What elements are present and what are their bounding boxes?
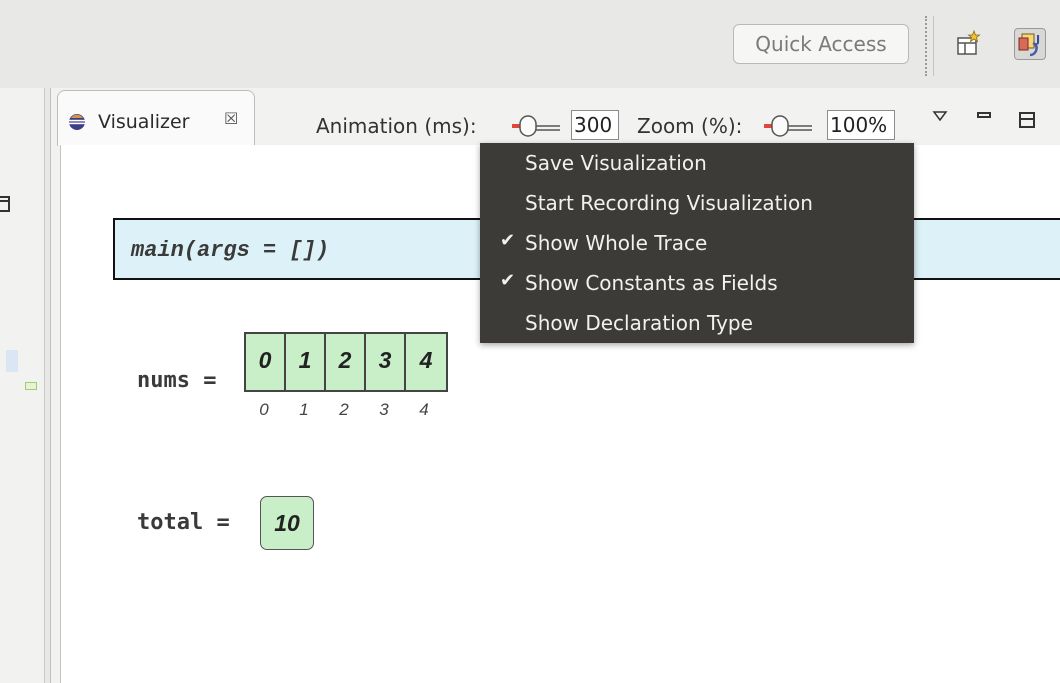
- animation-input[interactable]: 300: [571, 110, 619, 140]
- zoom-label: Zoom (%):: [637, 114, 743, 138]
- zoom-slider[interactable]: [762, 114, 818, 138]
- open-perspective-icon[interactable]: [952, 28, 984, 60]
- array-cell: 0: [246, 334, 286, 390]
- total-value: 10: [260, 496, 314, 550]
- menu-item-show-whole-trace[interactable]: ✔ Show Whole Trace: [480, 223, 914, 263]
- menu-item-label: Show Whole Trace: [525, 231, 708, 255]
- array-cell: 1: [286, 334, 326, 390]
- menu-item-label: Save Visualization: [525, 151, 707, 175]
- left-collapsed-pane: [0, 88, 45, 683]
- close-icon[interactable]: ☒: [224, 109, 238, 128]
- main-toolbar: Quick Access J: [0, 0, 1060, 88]
- total-label: total =: [137, 510, 230, 535]
- array-index: 0: [259, 400, 269, 419]
- animation-slider[interactable]: [510, 114, 566, 138]
- animation-label: Animation (ms):: [316, 114, 477, 138]
- checkmark-icon: ✔: [500, 230, 516, 251]
- minimize-icon[interactable]: [977, 112, 991, 118]
- restore-icon[interactable]: [0, 196, 12, 212]
- menu-item-label: Show Declaration Type: [525, 311, 753, 335]
- array-index: 2: [339, 400, 349, 419]
- menu-item-save-visualization[interactable]: Save Visualization: [480, 143, 914, 183]
- eclipse-icon: [69, 114, 85, 130]
- zoom-input[interactable]: 100%: [827, 110, 895, 140]
- menu-item-label: Show Constants as Fields: [525, 271, 778, 295]
- overview-marker: [25, 382, 37, 390]
- array-cell: 2: [326, 334, 366, 390]
- quick-access-field[interactable]: Quick Access: [733, 24, 909, 64]
- array-index: 4: [419, 400, 429, 419]
- array-indices: 0 1 2 3 4: [244, 400, 444, 420]
- java-perspective-icon[interactable]: J: [1014, 28, 1046, 60]
- tab-visualizer[interactable]: Visualizer ☒: [57, 90, 255, 146]
- array-cell: 3: [366, 334, 406, 390]
- array-index: 3: [379, 400, 389, 419]
- tab-title: Visualizer: [98, 111, 190, 133]
- toolbar-divider: [933, 16, 934, 76]
- menu-item-label: Start Recording Visualization: [525, 191, 813, 215]
- menu-item-start-recording[interactable]: Start Recording Visualization: [480, 183, 914, 223]
- nums-label: nums =: [137, 368, 217, 393]
- view-menu-icon[interactable]: [932, 110, 948, 122]
- array-cell: 4: [406, 334, 446, 390]
- array-index: 1: [299, 400, 309, 419]
- menu-item-show-declaration-type[interactable]: Show Declaration Type: [480, 303, 914, 343]
- nums-array: 0 1 2 3 4: [244, 332, 448, 392]
- frame-label: main(args = []): [131, 238, 330, 263]
- menu-item-show-constants[interactable]: ✔ Show Constants as Fields: [480, 263, 914, 303]
- toolbar-grip: [925, 16, 927, 76]
- maximize-icon[interactable]: [1019, 112, 1035, 128]
- view-dropdown-menu: Save Visualization Start Recording Visua…: [480, 143, 914, 343]
- selection-marker: [6, 350, 18, 372]
- svg-text:J: J: [1035, 33, 1040, 46]
- checkmark-icon: ✔: [500, 270, 516, 291]
